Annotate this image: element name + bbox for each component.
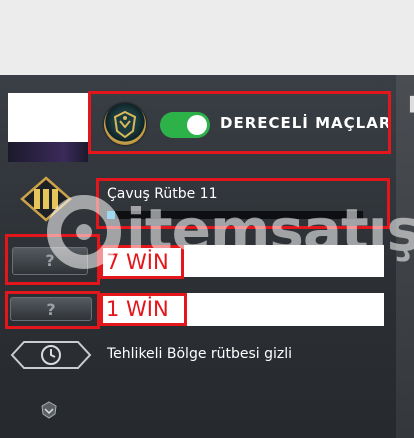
small-emblem-icon [40, 401, 58, 423]
edge-fragment: ▌ [410, 97, 414, 113]
watermark-subtext: HESAP | SKIN | İTEM | E-PİN [276, 264, 385, 271]
redacted-avatar [8, 93, 88, 142]
wingman-rank-highlight [5, 291, 100, 329]
watermark-logo-icon [47, 195, 121, 269]
wingman-win-count: 1 WİN [106, 297, 169, 321]
ranked-highlight [88, 91, 391, 154]
itemsatis-watermark: itemsatış HESAP | SKIN | İTEM | E-PİN [36, 170, 414, 274]
danger-zone-icon [10, 340, 92, 374]
danger-zone-label: Tehlikeli Bölge rütbesi gizli [107, 346, 293, 362]
avatar-strip [8, 142, 88, 162]
watermark-text: itemsatış [126, 196, 414, 264]
